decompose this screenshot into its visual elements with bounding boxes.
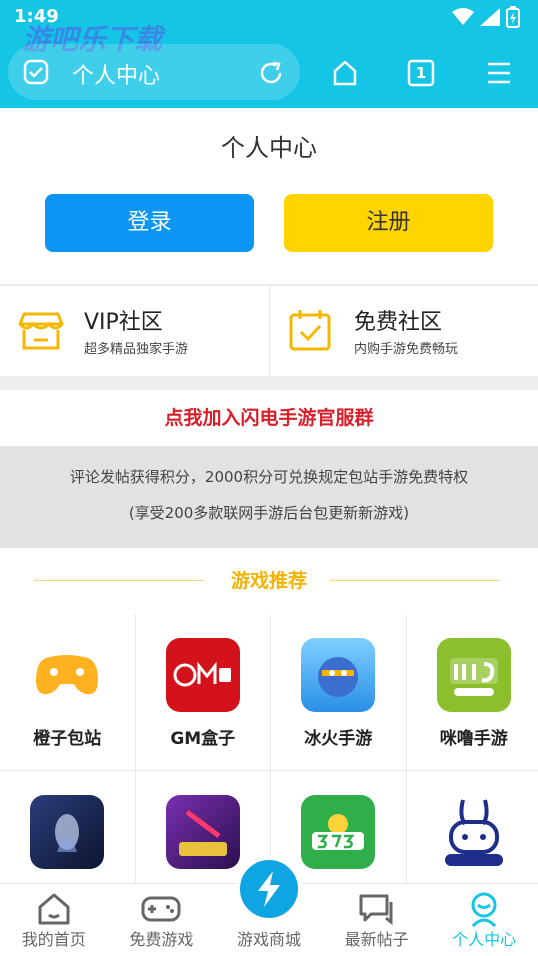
wifi-icon: [452, 8, 474, 25]
game-tile[interactable]: GM盒子: [135, 614, 270, 770]
gm-box-icon: [165, 638, 240, 712]
bunny-icon: [436, 795, 511, 869]
chat-icon: [359, 894, 393, 926]
home-icon: [38, 893, 70, 925]
tab-label: 我的首页: [21, 930, 86, 949]
game-tile[interactable]: [406, 771, 538, 883]
tab-label: 免费游戏: [129, 930, 194, 949]
points-line-2: (享受200多款联网手游后台包更新新游戏): [128, 504, 410, 522]
status-icons: [452, 6, 520, 28]
vip-community[interactable]: VIP社区 超多精品独家手游: [0, 286, 269, 376]
tab-label: 游戏商城: [236, 930, 301, 949]
tab-home[interactable]: 我的首页: [0, 884, 108, 956]
game-name: 咪噜手游: [439, 729, 508, 749]
vip-community-title: VIP社区: [84, 310, 163, 335]
game-tile[interactable]: [0, 771, 135, 883]
tab-count: 1: [415, 64, 427, 82]
game-tile[interactable]: 咪噜手游: [406, 614, 538, 770]
home-nav-icon[interactable]: [328, 56, 362, 90]
jipin-icon: [165, 795, 240, 869]
top-bar: 1:49 游吧乐下载 个人中心 1: [0, 0, 538, 108]
game-store-fab[interactable]: [236, 856, 302, 922]
tab-profile[interactable]: 个人中心: [430, 884, 538, 956]
recommend-header: 游戏推荐: [0, 548, 538, 614]
calendar-check-icon: [289, 310, 331, 351]
game-name: 橙子包站: [33, 729, 102, 749]
menu-icon[interactable]: [482, 56, 516, 90]
lightning-icon: [258, 871, 280, 907]
points-line-1: 评论发帖获得积分，2000积分可兑换规定包站手游免费特权: [69, 468, 469, 486]
profile-card: 个人中心 登录 注册: [0, 108, 538, 284]
refresh-icon[interactable]: [256, 58, 286, 88]
community-row: VIP社区 超多精品独家手游 免费社区 内购手游免费畅玩: [0, 286, 538, 376]
tab-label: 个人中心: [452, 930, 517, 949]
signal-icon: [480, 8, 500, 26]
shield-check-icon: [22, 58, 50, 86]
game-name: GM盒子: [170, 729, 236, 749]
tabs-button[interactable]: 1: [404, 56, 438, 90]
3733-icon: [301, 795, 375, 869]
battery-icon: [506, 6, 520, 28]
tab-latest-posts[interactable]: 最新帖子: [323, 884, 431, 956]
join-group-link[interactable]: 点我加入闪电手游官服群: [0, 390, 538, 446]
page-content: 个人中心 登录 注册 VIP社区 超多精品独家手游 免费社区 内购手游免费畅玩 …: [0, 108, 538, 883]
free-community-subtitle: 内购手游免费畅玩: [354, 342, 459, 357]
tab-free-games[interactable]: 免费游戏: [108, 884, 216, 956]
page-title: 个人中心: [221, 134, 317, 162]
free-community[interactable]: 免费社区 内购手游免费畅玩: [269, 286, 538, 376]
person-icon: [471, 892, 497, 928]
free-community-title: 免费社区: [354, 310, 443, 335]
tab-label: 最新帖子: [344, 930, 409, 949]
milu-icon: [436, 638, 511, 712]
game-grid: 橙子包站 GM盒子 冰火手游 咪噜手游: [0, 614, 538, 883]
game-name: 冰火手游: [304, 729, 373, 749]
game-tile[interactable]: 冰火手游: [271, 614, 406, 770]
gamepad-orange-icon: [30, 638, 104, 712]
store-icon: [18, 312, 64, 350]
points-notice: 评论发帖获得积分，2000积分可兑换规定包站手游免费特权 (享受200多款联网手…: [0, 446, 538, 548]
vip-community-subtitle: 超多精品独家手游: [84, 342, 189, 357]
divider-right: [330, 580, 500, 581]
atlantis-icon: [30, 795, 104, 869]
gamepad-icon: [141, 896, 181, 922]
address-title: 个人中心: [72, 64, 161, 89]
ice-fire-icon: [301, 638, 375, 712]
register-button[interactable]: 注册: [284, 194, 493, 252]
login-button[interactable]: 登录: [45, 194, 254, 252]
game-tile[interactable]: 橙子包站: [0, 614, 135, 770]
